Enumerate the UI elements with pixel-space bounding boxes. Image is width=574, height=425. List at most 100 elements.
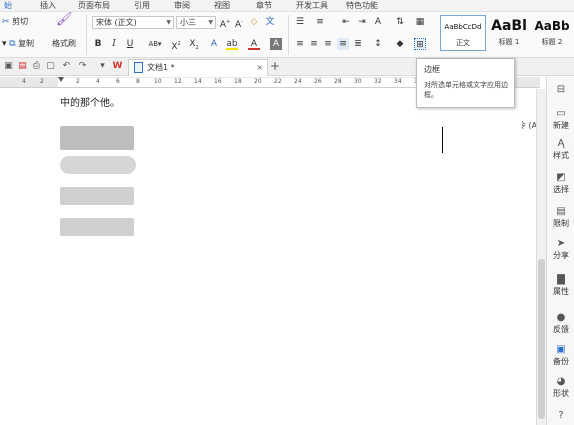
clear-format-icon[interactable]: ◇ [248,16,260,28]
task-pane-label: 限制 [553,219,569,228]
increase-indent-icon[interactable]: ⇥ [356,16,368,28]
italic-icon[interactable]: I [108,38,120,50]
document-text-line[interactable]: 中的那个他。 [60,94,120,109]
style-preview: AaBl [491,18,527,34]
bullets-icon[interactable]: ☰ [294,16,306,28]
chevron-down-icon: ▼ [166,19,171,26]
task-pane-limit[interactable]: ▤ 限制 [547,206,574,229]
char-shading-icon[interactable]: A [270,38,282,50]
redo-icon[interactable]: ↷ [77,61,88,72]
task-pane-share[interactable]: ➤ 分享 [547,238,574,261]
document-page[interactable]: 中的那个他。 [0,89,522,425]
shrink-font-icon[interactable]: A- [233,16,245,30]
task-pane-properties[interactable]: ▇ 属性 [547,274,574,297]
numbering-icon[interactable]: ≡ [314,16,326,28]
task-pane-shape[interactable]: ◕ 形状 [547,376,574,399]
task-pane-new[interactable]: ▭ 新建 [547,108,574,131]
tab-developer[interactable]: 开发工具 [296,0,328,11]
tooltip-description: 对所选单元格或文字应用边框。 [424,81,508,99]
scissors-icon: ✂ [2,17,10,27]
indent-marker[interactable] [58,77,64,82]
tab-review[interactable]: 审阅 [174,0,190,11]
ribbon-divider [288,15,289,55]
style-heading-1[interactable]: AaBl 标题 1 [488,15,530,51]
shading-icon[interactable]: ◆ [394,38,406,50]
style-normal[interactable]: AaBbCcDd 正文 [440,15,486,51]
save-icon[interactable]: ▣ [3,61,14,72]
distributed-icon[interactable]: ≣ [352,38,364,50]
task-pane-label: 新建 [553,121,569,130]
vertical-scrollbar[interactable] [536,89,546,425]
task-pane: ⊟ ▭ 新建 Ą 样式 ◩ 选择 ▤ 限制 ➤ 分享 ▇ 属性 ● 反馈 ▣ 备… [546,76,574,425]
decrease-indent-icon[interactable]: ⇤ [340,16,352,28]
ruler-number: 8 [136,78,140,85]
help-icon: ? [558,410,564,421]
align-right-icon[interactable]: ≡ [322,38,334,50]
text-effect-icon[interactable]: A [208,38,220,50]
tab-chapter[interactable]: 章节 [256,0,272,11]
superscript-icon[interactable]: X2 [170,38,182,52]
show-marks-icon[interactable]: ▦ [414,16,426,28]
format-painter-label[interactable]: 格式刷 [52,38,76,49]
task-pane-backup[interactable]: ▣ 备份 [547,344,574,367]
phonetic-guide-icon[interactable]: 文 [264,16,276,28]
ribbon: ✂ 剪切 ▾ ⧉ 复制 🖌 格式刷 宋体 (正文) ▼ 小三 ▼ A+ A- ◇… [0,12,574,58]
task-pane-label: 分享 [553,251,569,260]
document-tab-title: 文档1 * [147,63,175,72]
copy-button[interactable]: ▾ ⧉ 复制 [2,38,34,50]
font-color-icon[interactable]: A [248,38,260,50]
line-spacing-icon[interactable]: ↕ [372,38,384,50]
scrollbar-thumb[interactable] [538,259,545,419]
ruler-number: 6 [116,78,120,85]
style-name: 标题 2 [541,38,563,46]
font-name-value: 宋体 (正文) [96,18,137,27]
tab-special-features[interactable]: 特色功能 [346,0,378,11]
tab-references[interactable]: 引用 [134,0,150,11]
borders-icon[interactable]: ⊞ [414,38,426,50]
task-pane-collapse[interactable]: ⊟ [547,84,574,96]
task-pane-select[interactable]: ◩ 选择 [547,172,574,195]
subscript-icon[interactable]: X2 [188,38,200,51]
justify-icon[interactable]: ≡ [337,38,349,50]
tab-start[interactable]: 始 [4,0,12,11]
highlight-icon[interactable]: ab [226,38,238,50]
print-preview-icon[interactable]: ▢ [45,61,56,72]
chinese-layout-icon[interactable]: A [372,16,384,28]
bold-icon[interactable]: B [92,38,104,50]
print-icon[interactable]: ⎙ [31,61,42,72]
tooltip-title: 边框 [424,65,440,74]
tab-insert[interactable]: 插入 [40,0,56,11]
ruler-number: 12 [174,78,182,85]
strikethrough-icon[interactable]: AB▾ [145,38,165,50]
tab-view[interactable]: 视图 [214,0,230,11]
ruler-number: 28 [334,78,342,85]
ruler-number: 4 [96,78,100,85]
sort-icon[interactable]: ⇅ [394,16,406,28]
format-painter-icon[interactable]: 🖌 [56,13,73,26]
export-pdf-icon[interactable]: ▤ [17,61,28,72]
task-pane-style[interactable]: Ą 样式 [547,138,574,161]
document-tab[interactable]: 文档1 * × [128,59,268,76]
close-tab-button[interactable]: × [256,60,263,75]
document-icon [134,62,143,73]
undo-icon[interactable]: ↶ [61,61,72,72]
cut-button[interactable]: ✂ 剪切 [2,16,28,28]
style-preview: AaBbCcDd [444,23,482,31]
style-heading-2[interactable]: AaBb 标题 2 [532,15,572,51]
task-pane-help[interactable]: ? [547,410,574,422]
task-pane-feedback[interactable]: ● 反馈 [547,312,574,335]
paste-dropdown-icon: ▾ [2,39,7,49]
wps-writer-window: 始 插入 页面布局 引用 审阅 视图 章节 开发工具 特色功能 ✂ 剪切 ▾ ⧉… [0,0,574,425]
new-tab-button[interactable]: + [270,59,280,74]
align-left-icon[interactable]: ≡ [294,38,306,50]
tab-page-layout[interactable]: 页面布局 [78,0,110,11]
ruler-number: 34 [394,78,402,85]
font-size-select[interactable]: 小三 ▼ [176,16,216,29]
underline-icon[interactable]: U [124,38,136,50]
font-name-select[interactable]: 宋体 (正文) ▼ [92,16,174,29]
ruler-number: 32 [374,78,382,85]
grow-font-icon[interactable]: A+ [219,16,231,30]
align-center-icon[interactable]: ≡ [308,38,320,50]
ruler-number: 4 [22,78,26,85]
customize-toolbar-icon[interactable]: ▾ [97,61,108,72]
